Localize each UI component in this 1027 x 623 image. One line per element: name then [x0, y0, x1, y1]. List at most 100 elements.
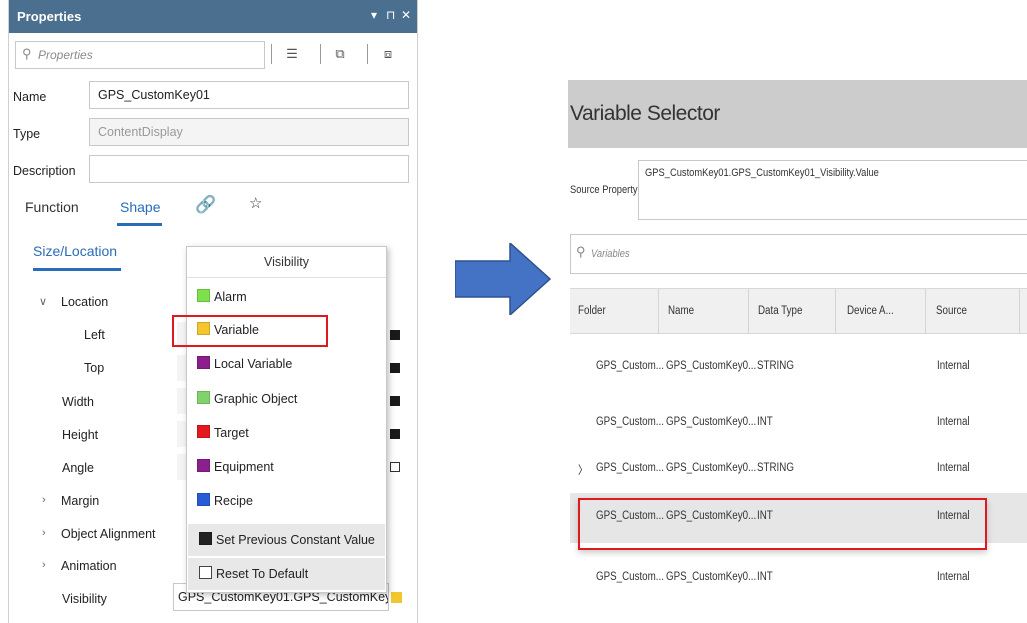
dropdown-header: Visibility	[187, 247, 386, 278]
type-label: Type	[13, 127, 41, 141]
close-icon[interactable]: ✕	[401, 8, 411, 22]
cell-folder: GPS_Custom...	[596, 360, 664, 372]
table-row[interactable]: GPS_Custom... GPS_CustomKey0... INT Inte…	[570, 408, 1027, 440]
source-property-label: Source Property	[570, 184, 638, 196]
cell-source: Internal	[937, 462, 970, 474]
list-view-icon[interactable]: ☰	[279, 42, 305, 66]
tree-left: Left	[84, 328, 105, 342]
properties-title-bar: Properties ▾ ⊓ ✕	[9, 0, 417, 33]
tree-visibility: Visibility	[62, 592, 107, 606]
cell-name: GPS_CustomKey0...	[666, 416, 757, 428]
name-label: Name	[13, 90, 47, 104]
tree-top: Top	[84, 361, 105, 375]
column-source[interactable]: Source	[936, 305, 967, 317]
column-name[interactable]: Name	[668, 305, 694, 317]
variables-search-input[interactable]: ⚲ Variables	[570, 234, 1027, 274]
link-icon[interactable]: 🔗	[195, 195, 216, 215]
chevron-right-icon[interactable]: ›	[42, 494, 46, 506]
reset-to-default-button[interactable]: Reset To Default	[199, 566, 308, 581]
dropdown-item-equipment[interactable]: Equipment	[197, 459, 274, 474]
tree-animation[interactable]: Animation	[61, 559, 117, 573]
cell-data-type: INT	[757, 416, 773, 428]
name-field[interactable]: GPS_CustomKey01	[89, 81, 409, 109]
cell-folder: GPS_Custom...	[596, 416, 664, 428]
color-swatch-icon	[197, 356, 210, 369]
cell-name: GPS_CustomKey0...	[666, 462, 757, 474]
empty-square-icon	[199, 566, 212, 579]
table-row[interactable]: 〉 GPS_Custom... GPS_CustomKey0... STRING…	[570, 454, 1027, 486]
search-icon: ⚲	[576, 244, 586, 259]
color-swatch-icon	[197, 459, 210, 472]
table-row[interactable]: GPS_Custom... GPS_CustomKey0... INT Inte…	[570, 563, 1027, 595]
cell-data-type: STRING	[757, 360, 794, 372]
search-placeholder: Properties	[38, 48, 93, 62]
section-underline	[33, 268, 121, 271]
description-field[interactable]	[89, 155, 409, 183]
table-row[interactable]: GPS_Custom... GPS_CustomKey0... STRING I…	[570, 352, 1027, 384]
copy-icon[interactable]: ⧉	[327, 42, 353, 66]
variable-selector-title: Variable Selector	[570, 102, 720, 125]
cell-source: Internal	[937, 416, 970, 428]
variable-highlight-box	[172, 315, 328, 347]
set-previous-constant-button[interactable]: Set Previous Constant Value	[199, 532, 375, 547]
cell-data-type: STRING	[757, 462, 794, 474]
tree-margin[interactable]: Margin	[61, 494, 99, 508]
cell-name: GPS_CustomKey0...	[666, 360, 757, 372]
source-property-field[interactable]: GPS_CustomKey01.GPS_CustomKey01_Visibili…	[638, 160, 1027, 220]
tab-shape[interactable]: Shape	[120, 199, 160, 215]
tree-width: Width	[62, 395, 94, 409]
column-data-type[interactable]: Data Type	[758, 305, 802, 317]
properties-search-input[interactable]: ⚲ Properties	[15, 41, 265, 69]
source-property-value: GPS_CustomKey01.GPS_CustomKey01_Visibili…	[645, 167, 879, 179]
tab-shape-underline	[117, 223, 162, 226]
chevron-down-icon[interactable]: ∨	[39, 295, 47, 308]
binding-indicator-icon[interactable]	[390, 396, 400, 406]
paste-icon[interactable]: ⧈	[375, 42, 401, 66]
column-folder[interactable]: Folder	[578, 305, 606, 317]
search-icon: ⚲	[22, 46, 32, 61]
dropdown-item-recipe[interactable]: Recipe	[197, 493, 253, 508]
properties-title: Properties	[17, 9, 82, 24]
dropdown-item-graphic-object[interactable]: Graphic Object	[197, 391, 297, 406]
cell-source: Internal	[937, 571, 970, 583]
chevron-right-icon[interactable]: ›	[42, 559, 46, 571]
row-expander-icon[interactable]: 〉	[578, 462, 588, 478]
tree-object-alignment[interactable]: Object Alignment	[61, 527, 156, 541]
variables-grid-header: Folder Name Data Type Device A... Source	[570, 288, 1027, 334]
visibility-dropdown: Visibility Alarm Variable Local Variable…	[186, 246, 387, 593]
variable-binding-icon[interactable]	[391, 592, 402, 603]
variable-selector-header: Variable Selector	[568, 80, 1027, 148]
type-field: ContentDisplay	[89, 118, 409, 146]
cell-folder: GPS_Custom...	[596, 571, 664, 583]
color-swatch-icon	[197, 425, 210, 438]
tab-function[interactable]: Function	[25, 199, 79, 215]
black-square-icon	[199, 532, 212, 545]
selected-row-highlight-box	[578, 498, 987, 550]
pin-icon[interactable]: ⊓	[386, 8, 395, 22]
cell-folder: GPS_Custom...	[596, 462, 664, 474]
binding-indicator-icon[interactable]	[390, 462, 400, 472]
cell-name: GPS_CustomKey0...	[666, 571, 757, 583]
section-size-location[interactable]: Size/Location	[33, 243, 117, 259]
cell-data-type: INT	[757, 571, 773, 583]
tree-location[interactable]: Location	[61, 295, 108, 309]
right-arrow-icon	[455, 243, 551, 315]
description-label: Description	[13, 164, 76, 178]
color-swatch-icon	[197, 289, 210, 302]
column-device-address[interactable]: Device A...	[847, 305, 894, 317]
tree-height: Height	[62, 428, 99, 442]
dropdown-icon[interactable]: ▾	[371, 8, 377, 22]
binding-indicator-icon[interactable]	[390, 330, 400, 340]
color-swatch-icon	[197, 493, 210, 506]
search-placeholder: Variables	[591, 248, 630, 260]
binding-indicator-icon[interactable]	[390, 429, 400, 439]
dropdown-item-alarm[interactable]: Alarm	[197, 289, 247, 304]
tree-angle: Angle	[62, 461, 94, 475]
chevron-right-icon[interactable]: ›	[42, 527, 46, 539]
cell-source: Internal	[937, 360, 970, 372]
dropdown-item-local-variable[interactable]: Local Variable	[197, 356, 292, 371]
shield-star-icon[interactable]: ☆	[249, 194, 262, 212]
binding-indicator-icon[interactable]	[390, 363, 400, 373]
dropdown-item-target[interactable]: Target	[197, 425, 249, 440]
color-swatch-icon	[197, 391, 210, 404]
